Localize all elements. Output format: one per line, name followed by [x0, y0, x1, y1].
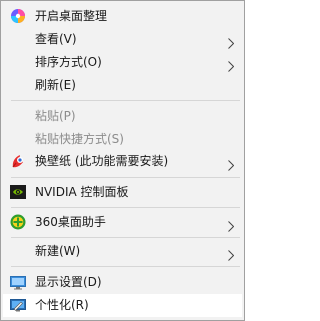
chevron-right-icon [228, 34, 235, 49]
menu-item-paste[interactable]: 粘贴(P) [3, 105, 242, 128]
menu-separator [11, 237, 240, 238]
nvidia-icon [10, 184, 26, 200]
desktop-organizer-icon [10, 8, 26, 24]
menu-item-display-settings[interactable]: 显示设置(D) [3, 271, 242, 294]
menu-item-360-desktop-assistant[interactable]: 360桌面助手 [3, 211, 242, 234]
menu-item-label: 显示设置(D) [35, 275, 102, 289]
menu-item-personalize[interactable]: 个性化(R) [3, 294, 242, 317]
wallpaper-icon [10, 153, 26, 169]
menu-item-label: 刷新(E) [35, 78, 76, 92]
menu-separator [11, 266, 240, 267]
menu-separator [11, 207, 240, 208]
chevron-right-icon [228, 57, 235, 72]
menu-item-label: 换壁纸 (此功能需要安装) [35, 154, 169, 168]
menu-item-paste-shortcut[interactable]: 粘贴快捷方式(S) [3, 128, 242, 151]
desktop-context-menu: 开启桌面整理 查看(V) 排序方式(O) 刷新(E) 粘贴(P) 粘贴快捷方式(… [0, 0, 245, 321]
menu-item-label: 粘贴(P) [35, 109, 76, 123]
menu-item-new[interactable]: 新建(W) [3, 240, 242, 263]
menu-item-label: 新建(W) [35, 244, 81, 258]
menu-item-label: 开启桌面整理 [35, 9, 108, 23]
menu-item-label: 粘贴快捷方式(S) [35, 132, 124, 146]
menu-item-nvidia-control-panel[interactable]: NVIDIA 控制面板 [3, 181, 242, 204]
menu-item-refresh[interactable]: 刷新(E) [3, 74, 242, 97]
menu-separator [11, 177, 240, 178]
menu-item-label: 排序方式(O) [35, 55, 102, 69]
menu-item-change-wallpaper[interactable]: 换壁纸 (此功能需要安装) [3, 150, 242, 173]
360-desktop-icon [10, 214, 26, 230]
chevron-right-icon [228, 246, 235, 261]
menu-item-label: 个性化(R) [35, 298, 89, 312]
menu-item-view[interactable]: 查看(V) [3, 28, 242, 51]
menu-item-sort-by[interactable]: 排序方式(O) [3, 51, 242, 74]
chevron-right-icon [228, 217, 235, 232]
menu-item-label: 查看(V) [35, 32, 77, 46]
menu-separator [11, 100, 240, 101]
display-settings-icon [10, 274, 26, 290]
personalize-icon [10, 297, 26, 313]
menu-item-desktop-organizer[interactable]: 开启桌面整理 [3, 5, 242, 28]
chevron-right-icon [228, 156, 235, 171]
menu-item-label: NVIDIA 控制面板 [35, 185, 129, 199]
menu-item-label: 360桌面助手 [35, 215, 106, 229]
